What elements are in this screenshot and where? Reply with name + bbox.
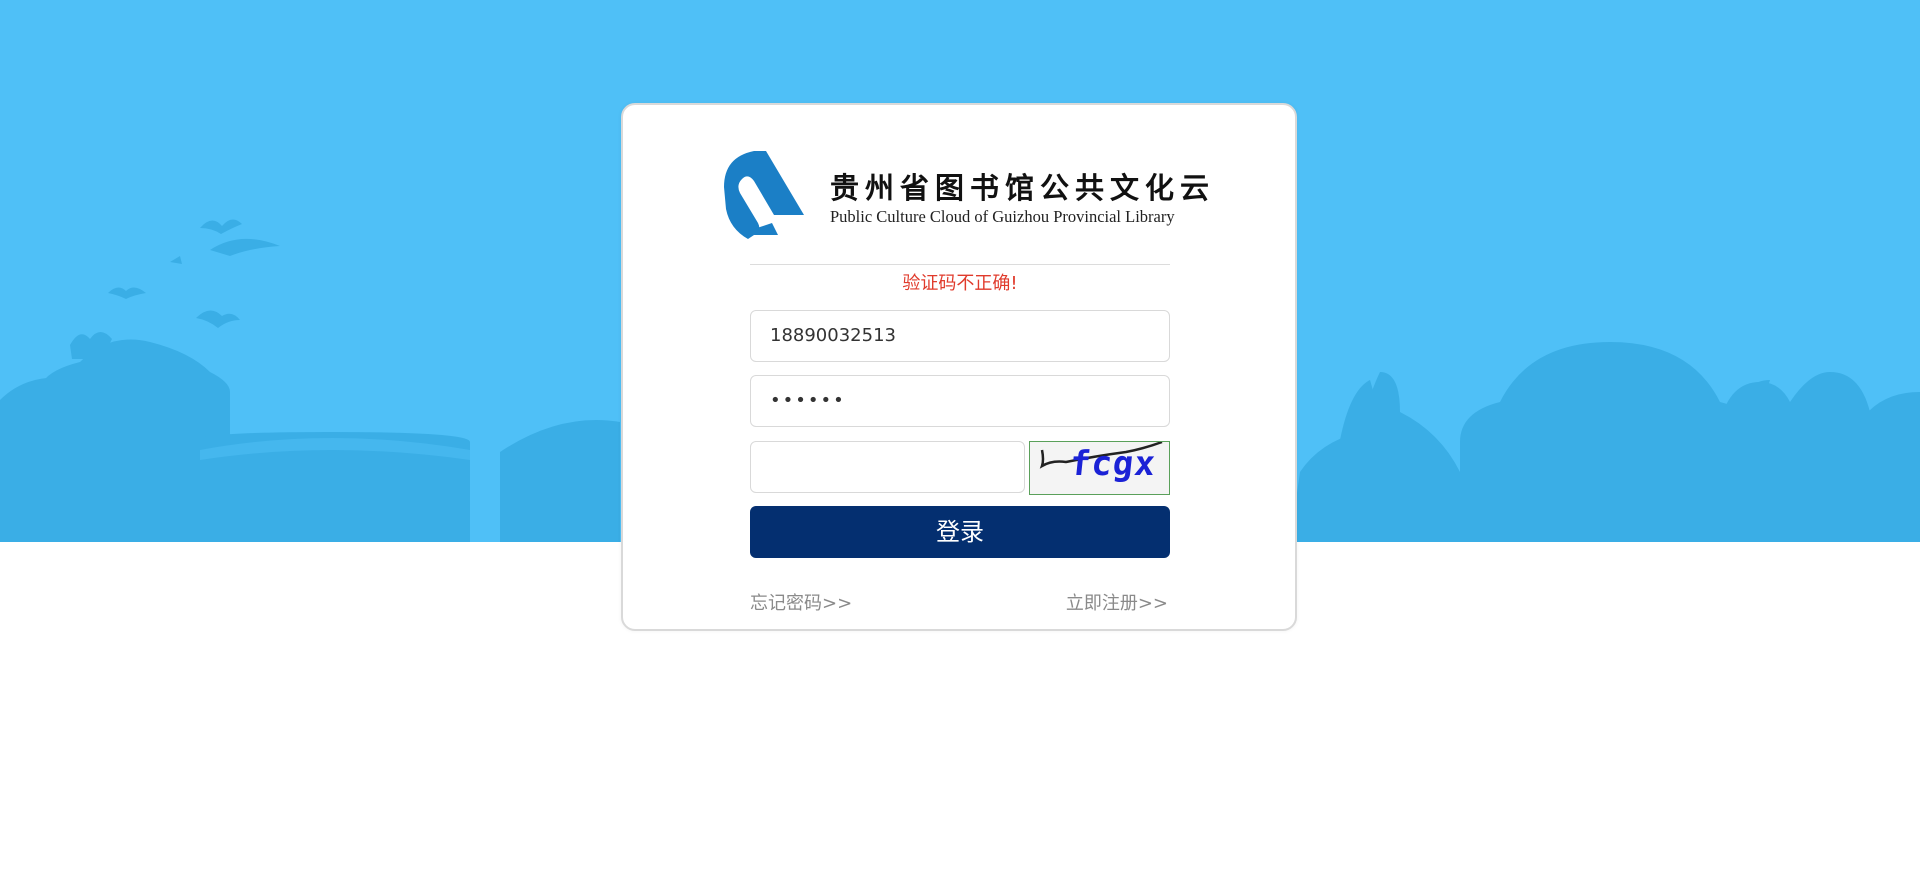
login-button[interactable]: 登录 xyxy=(750,506,1170,558)
forgot-password-link[interactable]: 忘记密码>> xyxy=(750,589,852,615)
phone-input[interactable]: 18890032513 xyxy=(750,310,1170,362)
login-card: 贵州省图书馆公共文化云 Public Culture Cloud of Guiz… xyxy=(621,103,1297,631)
register-link[interactable]: 立即注册>> xyxy=(1066,589,1168,615)
captcha-image[interactable]: fcgx xyxy=(1029,441,1170,495)
logo-title-en: Public Culture Cloud of Guizhou Provinci… xyxy=(830,207,1175,226)
captcha-text: fcgx xyxy=(1067,444,1158,484)
error-message: 验证码不正确! xyxy=(902,273,1018,294)
library-logo-icon xyxy=(724,151,804,239)
logo: 贵州省图书馆公共文化云 Public Culture Cloud of Guiz… xyxy=(718,147,1209,247)
divider xyxy=(750,264,1170,265)
logo-title-cn: 贵州省图书馆公共文化云 xyxy=(830,171,1216,205)
password-input[interactable]: •••••• xyxy=(750,375,1170,427)
captcha-input[interactable] xyxy=(750,441,1025,493)
